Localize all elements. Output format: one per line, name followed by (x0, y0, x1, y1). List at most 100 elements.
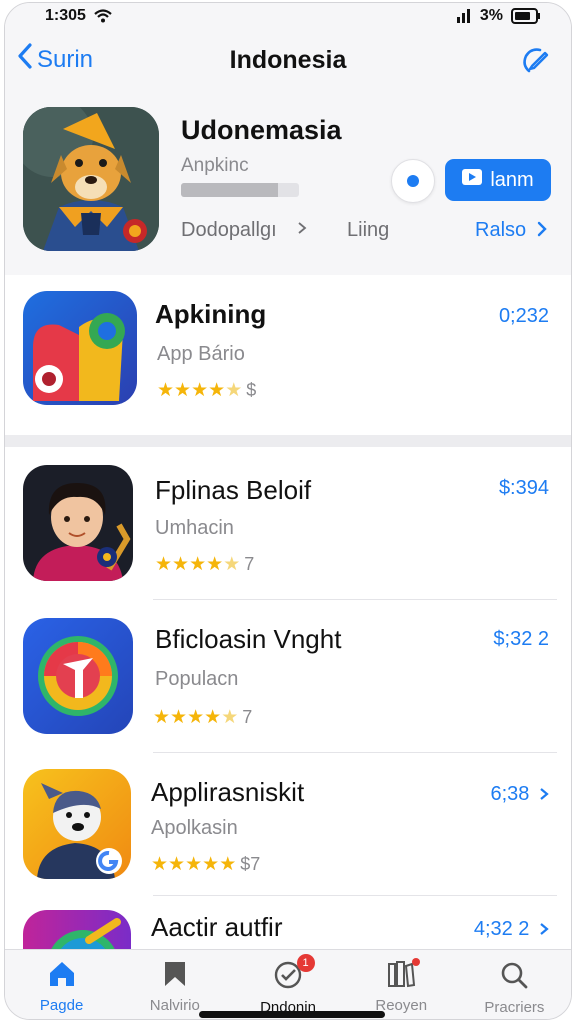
star-icon: ★ (170, 707, 188, 728)
chevron-left-icon (17, 43, 33, 76)
get-button-label: lanm (490, 168, 534, 191)
star-icon: ★ (225, 380, 243, 401)
list-item[interactable]: Fplinas Beloif Umhacin ★★★★★ 7 $:394 (5, 447, 571, 599)
star-icon: ★ (151, 854, 169, 875)
star-icon: ★ (206, 554, 224, 575)
featured-app-developer[interactable]: Dodopallgı (181, 219, 277, 242)
rating-count: 7 (242, 707, 253, 727)
rating-count: $7 (240, 854, 261, 874)
tab-bar: Pagde Nalvirio 1 Dndonin Reoyen Pracrier… (5, 949, 571, 1019)
app-name: Apkining (155, 299, 267, 329)
rating-count: 7 (244, 554, 255, 574)
status-left: 1:305 (45, 7, 112, 25)
app-rating: ★★★★★ 7 (153, 706, 252, 729)
app-price-label: $;32 2 (493, 628, 549, 650)
featured-app-title: Udonemasia (181, 115, 342, 145)
app-category: Populacn (155, 668, 239, 690)
tab-label: Pracriers (484, 999, 545, 1016)
search-icon (499, 960, 529, 995)
tab-search[interactable]: Pracriers (458, 950, 571, 1019)
phone-screen: 1:305 3% Surin Indonesia Udonemasia Anpk… (4, 2, 572, 1020)
notification-badge: 1 (296, 954, 315, 972)
app-icon (23, 618, 133, 734)
app-name: Fplinas Beloif (155, 475, 312, 505)
get-button[interactable]: lanm (445, 159, 551, 201)
radio-button[interactable] (391, 159, 435, 203)
list-item[interactable]: Apkining App Bário ★★★★★ $ 0;232 (5, 275, 571, 435)
status-bar: 1:305 3% (5, 3, 571, 29)
star-icon: ★ (208, 380, 226, 401)
download-progress (181, 183, 299, 197)
star-icon: ★ (174, 380, 192, 401)
star-icon: ★ (223, 554, 241, 575)
edit-icon (519, 48, 551, 81)
rating-stars: ★★★★★ (157, 379, 242, 402)
tab-downloads[interactable]: 1 Dndonin (231, 950, 344, 1019)
app-list: Fplinas Beloif Umhacin ★★★★★ 7 $:394 Bfi… (5, 447, 571, 950)
bookmark-icon (161, 960, 189, 993)
tab-label: Nalvirio (149, 997, 200, 1014)
tab-navigation[interactable]: Nalvirio (118, 950, 231, 1019)
star-icon: ★ (191, 380, 209, 401)
app-category: App Bário (157, 343, 245, 365)
list-item[interactable]: Applirasniskit Apolkasin ★★★★★ $7 6;38 (5, 753, 571, 895)
navigation-bar: Surin Indonesia (5, 29, 571, 91)
app-price[interactable]: $;32 2 (493, 628, 549, 651)
app-card: Apkining App Bário ★★★★★ $ 0;232 (5, 275, 571, 435)
star-icon: ★ (219, 854, 237, 875)
app-price-label: 6;38 (490, 783, 530, 805)
rating-stars: ★★★★★ (153, 706, 238, 729)
chevron-right-icon (535, 783, 549, 805)
back-button[interactable]: Surin (17, 43, 93, 76)
home-indicator (199, 1011, 385, 1018)
app-price[interactable]: 0;232 (499, 305, 549, 328)
wifi-icon (94, 9, 112, 23)
star-icon: ★ (172, 554, 190, 575)
app-price[interactable]: 4;32 2 (474, 918, 549, 941)
radio-dot (407, 175, 419, 187)
featured-app-icon[interactable] (23, 107, 159, 251)
star-icon: ★ (168, 854, 186, 875)
star-icon: ★ (221, 707, 239, 728)
battery-icon (511, 8, 541, 24)
rating-stars: ★★★★★ (155, 553, 240, 576)
back-label: Surin (37, 45, 94, 73)
home-icon (47, 960, 77, 993)
tab-label: Pagde (39, 997, 84, 1014)
star-icon: ★ (189, 554, 207, 575)
app-category: Apolkasin (151, 817, 238, 839)
list-item[interactable]: Aactir autfir 4;32 2 (5, 896, 571, 950)
app-price[interactable]: 6;38 (491, 783, 550, 806)
star-icon: ★ (202, 854, 220, 875)
app-icon (23, 910, 131, 950)
app-icon (23, 465, 133, 581)
app-price[interactable]: $:394 (499, 477, 549, 500)
app-name: Bficloasin Vnght (155, 624, 342, 654)
status-right: 3% (456, 7, 541, 25)
edit-button[interactable] (519, 45, 551, 82)
books-icon (386, 960, 416, 993)
notification-dot (411, 958, 420, 966)
star-icon: ★ (153, 707, 171, 728)
featured-app-status: Liing (347, 219, 390, 241)
list-item[interactable]: Bficloasin Vnght Populacn ★★★★★ 7 $;32 2 (5, 600, 571, 752)
rating-count: $ (246, 380, 257, 400)
chevron-right-icon (535, 918, 549, 940)
tab-library[interactable]: Reoyen (345, 950, 458, 1019)
see-all-link[interactable]: Ralso (475, 219, 548, 242)
section-divider (5, 435, 571, 447)
tab-home[interactable]: Pagde (5, 950, 118, 1019)
app-icon (23, 769, 131, 879)
chevron-right-small-icon (297, 221, 307, 240)
star-icon: ★ (204, 707, 222, 728)
star-icon: ★ (185, 854, 203, 875)
star-icon: ★ (187, 707, 205, 728)
app-price-label: $:394 (498, 477, 549, 499)
chevron-right-icon (532, 219, 548, 241)
download-progress-fill (181, 183, 278, 197)
app-rating: ★★★★★ $7 (151, 853, 260, 876)
app-name: Applirasniskit (151, 777, 305, 807)
app-rating: ★★★★★ $ (157, 379, 256, 402)
play-icon (462, 168, 483, 192)
star-icon: ★ (155, 554, 173, 575)
